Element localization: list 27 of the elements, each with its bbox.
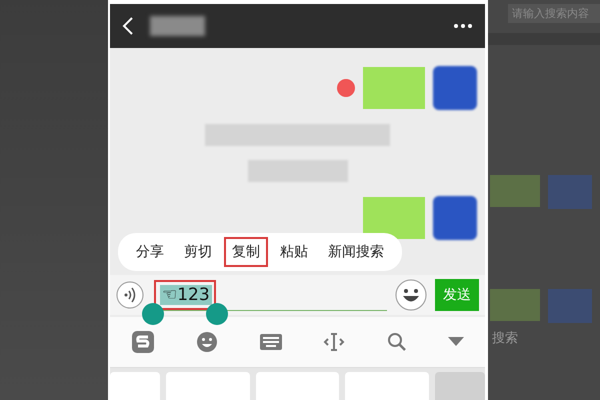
keyboard-icon[interactable] [260,334,282,350]
menu-item[interactable]: 剪切 [176,237,220,267]
menu-item[interactable]: 新闻搜索 [320,237,392,267]
blurred-title [150,16,205,36]
avatar-placeholder [433,196,477,240]
menu-item[interactable]: 复制 [224,237,268,267]
collapse-icon[interactable] [448,337,464,347]
menu-item[interactable]: 分享 [128,237,172,267]
smiley-icon[interactable] [395,279,427,311]
search-icon[interactable] [386,332,407,352]
avatar-placeholder [433,66,477,110]
blurred-message-bubble [490,289,540,321]
menu-item[interactable]: 粘贴 [272,237,316,267]
blurred-message-bubble [363,197,425,239]
input-method-logo-icon[interactable] [130,330,155,354]
selection-handle[interactable] [142,303,164,325]
blurred-message-bubble [363,67,425,109]
input-text: ☜123 [160,284,212,304]
avatar-placeholder [548,289,592,323]
emoji-icon[interactable] [196,331,218,353]
cursor-move-icon[interactable] [323,333,346,351]
back-icon[interactable] [122,16,134,36]
blurred-message-bubble [490,175,540,207]
background-label: 搜索 [492,330,519,347]
avatar-placeholder [548,175,592,209]
more-icon[interactable] [453,23,473,29]
voice-icon[interactable] [116,281,144,309]
